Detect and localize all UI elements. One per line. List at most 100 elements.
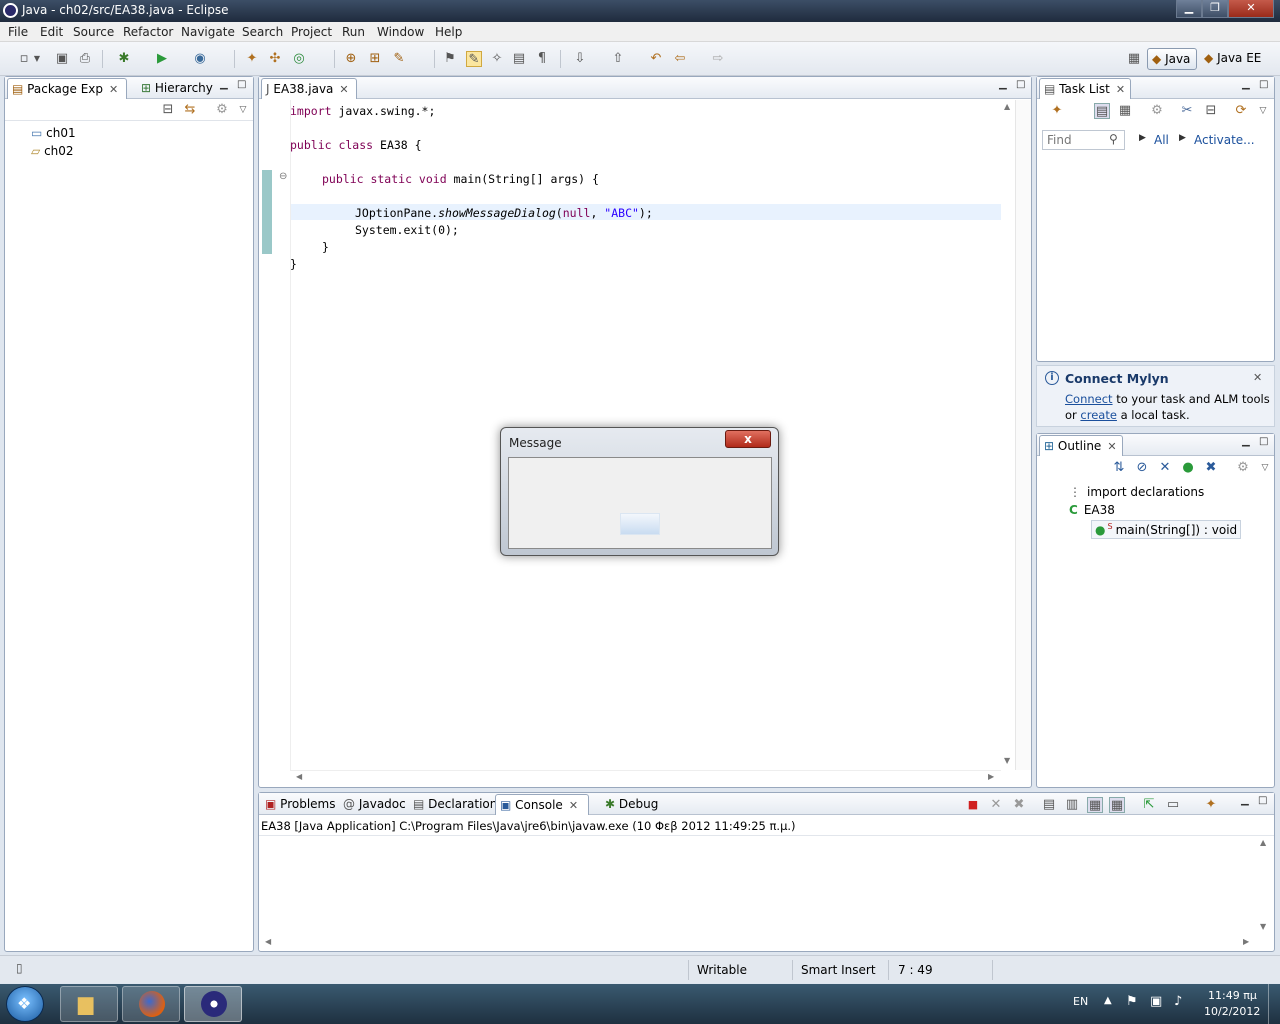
code-line-5[interactable]: public static void main(String[] args) { (322, 172, 599, 186)
hide-local-icon[interactable]: ✖ (1203, 460, 1219, 476)
network-icon[interactable]: ▣ (1150, 994, 1162, 1009)
refresh-icon[interactable]: ⟳ (1233, 103, 1249, 119)
save-icon[interactable]: ▣ (54, 51, 70, 67)
tab-javadoc[interactable]: @ Javadoc (339, 794, 409, 815)
menu-help[interactable]: Help (435, 25, 462, 39)
run-icon[interactable]: ▶ (154, 51, 170, 67)
maximize-icon[interactable]: □ (1259, 79, 1268, 90)
focus-icon[interactable]: ⚙ (1235, 460, 1251, 476)
link-editor-icon[interactable]: ⇆ (182, 102, 198, 118)
maximize-icon[interactable]: □ (1016, 79, 1025, 90)
maximize-button[interactable]: ❐ (1202, 0, 1228, 18)
show-hidden-icons-icon[interactable]: ▲ (1104, 995, 1112, 1006)
taskbar-firefox[interactable] (122, 986, 180, 1022)
message-dialog[interactable]: Message x (500, 427, 779, 556)
whitespace-icon[interactable]: ¶ (534, 51, 550, 67)
new-java-icon[interactable]: ◎ (291, 51, 307, 67)
sync-icon[interactable]: ⚙ (1149, 103, 1165, 119)
taskbar-explorer[interactable]: ▆ (60, 986, 118, 1022)
dialog-ok-button[interactable] (620, 513, 660, 535)
tab-ea38-java[interactable]: J EA38.java ✕ (261, 78, 357, 99)
editor-horizontal-scrollbar[interactable]: ◀ ▶ (290, 770, 1001, 784)
hide-static-icon[interactable]: ✕ (1157, 460, 1173, 476)
taskbar-eclipse[interactable] (184, 986, 242, 1022)
view-menu-icon[interactable]: ▽ (1257, 460, 1273, 476)
highlight-icon[interactable]: ✎ (466, 51, 482, 67)
filter-icon[interactable]: ⚙ (214, 102, 230, 118)
menu-run[interactable]: Run (342, 25, 365, 39)
minimize-icon[interactable]: ▁ (1241, 795, 1249, 806)
find-input[interactable]: Find ⚲ (1042, 130, 1125, 150)
view-menu-icon[interactable]: ▽ (1255, 103, 1271, 119)
show-desktop-button[interactable] (1268, 984, 1280, 1024)
close-icon[interactable]: ✕ (569, 799, 578, 812)
tree-item-ch01[interactable]: ▭ ch01 (31, 126, 76, 140)
tab-problems[interactable]: ▣ Problems (261, 794, 339, 815)
display-console-icon[interactable]: ▭ (1165, 797, 1181, 813)
fold-icon[interactable]: ⊖ (279, 171, 287, 182)
minimize-icon[interactable]: ▁ (1242, 436, 1250, 447)
scroll-up-icon[interactable]: ▲ (1260, 838, 1266, 847)
menu-navigate[interactable]: Navigate (181, 25, 235, 39)
last-edit-icon[interactable]: ↶ (648, 51, 664, 67)
scroll-down-icon[interactable]: ▼ (1260, 922, 1266, 931)
annotation-icon[interactable]: ✧ (489, 51, 505, 67)
minimize-icon[interactable]: ▁ (1242, 79, 1250, 90)
sort-icon[interactable]: ⇅ (1111, 460, 1127, 476)
new-task-icon[interactable]: ✦ (1049, 103, 1065, 119)
block-select-icon[interactable]: ▤ (511, 51, 527, 67)
tab-task-list[interactable]: ▤ Task List ✕ (1039, 78, 1131, 99)
view-menu-icon[interactable]: ▽ (235, 102, 251, 118)
activate-link[interactable]: Activate... (1194, 133, 1255, 147)
menu-search[interactable]: Search (242, 25, 283, 39)
tab-package-explorer[interactable]: ▤ Package Exp ✕ (7, 78, 127, 99)
code-line-7[interactable]: JOptionPane.showMessageDialog(null, "ABC… (355, 206, 653, 220)
language-indicator[interactable]: EN (1073, 995, 1088, 1008)
prev-annotation-icon[interactable]: ⇧ (610, 51, 626, 67)
close-button[interactable]: ✕ (1228, 0, 1274, 18)
menu-file[interactable]: File (8, 25, 28, 39)
back-icon[interactable]: ⇦ (672, 51, 688, 67)
scheduled-icon[interactable]: ▦ (1117, 103, 1133, 119)
menu-window[interactable]: Window (377, 25, 424, 39)
scroll-right-icon[interactable]: ▶ (988, 772, 994, 781)
dialog-close-button[interactable]: x (725, 430, 771, 448)
pin-console-icon[interactable]: ⇱ (1141, 797, 1157, 813)
close-icon[interactable]: ✕ (339, 83, 348, 96)
tree-item-ch02[interactable]: ▱ ch02 (31, 144, 74, 158)
code-line-8[interactable]: System.exit(0); (355, 223, 459, 237)
editor-vertical-scrollbar[interactable]: ▲ ▼ (1001, 100, 1015, 770)
open-console-icon[interactable]: ✦ (1203, 797, 1219, 813)
remove-all-icon[interactable]: ✖ (1011, 797, 1027, 813)
tab-console[interactable]: ▣ Console ✕ (495, 794, 589, 815)
open-task-icon[interactable]: ⊞ (367, 51, 383, 67)
close-icon[interactable]: ✕ (1253, 371, 1262, 384)
hide-fields-icon[interactable]: ⊘ (1134, 460, 1150, 476)
external-tools-icon[interactable]: ◉ (192, 51, 208, 67)
tab-outline[interactable]: ⊞ Outline ✕ (1039, 435, 1123, 456)
volume-icon[interactable]: ♪ (1174, 994, 1182, 1009)
tab-debug[interactable]: ✱ Debug (601, 794, 667, 815)
print-icon[interactable]: ⎙ (77, 51, 93, 67)
console-horizontal-scrollbar[interactable]: ◀ ▶ (259, 936, 1257, 950)
menu-source[interactable]: Source (73, 25, 114, 39)
clock-date[interactable]: 10/2/2012 (1204, 1005, 1260, 1018)
new-package-icon[interactable]: ✦ (244, 51, 260, 67)
scroll-right-icon[interactable]: ▶ (1243, 937, 1249, 946)
outline-item-method[interactable]: ● Smain(String[]) : void (1091, 520, 1242, 539)
open-type-icon[interactable]: ⊕ (343, 51, 359, 67)
code-line-9[interactable]: } (322, 240, 329, 254)
scroll-down-icon[interactable]: ▼ (1004, 756, 1010, 765)
hide-nonpublic-icon[interactable]: ● (1180, 460, 1196, 476)
show-error-icon[interactable]: ▦ (1109, 797, 1125, 813)
console-vertical-scrollbar[interactable]: ▲ ▼ (1257, 836, 1273, 936)
show-console-icon[interactable]: ▦ (1087, 797, 1103, 813)
filter-all-link[interactable]: All (1154, 133, 1169, 147)
toggle-mark-icon[interactable]: ⚑ (442, 51, 458, 67)
maximize-icon[interactable]: □ (237, 79, 246, 90)
minimize-icon[interactable]: ▁ (999, 79, 1007, 90)
action-center-flag-icon[interactable]: ⚑ (1126, 994, 1138, 1009)
menu-edit[interactable]: Edit (40, 25, 63, 39)
next-annotation-icon[interactable]: ⇩ (572, 51, 588, 67)
create-link[interactable]: create (1080, 408, 1117, 422)
